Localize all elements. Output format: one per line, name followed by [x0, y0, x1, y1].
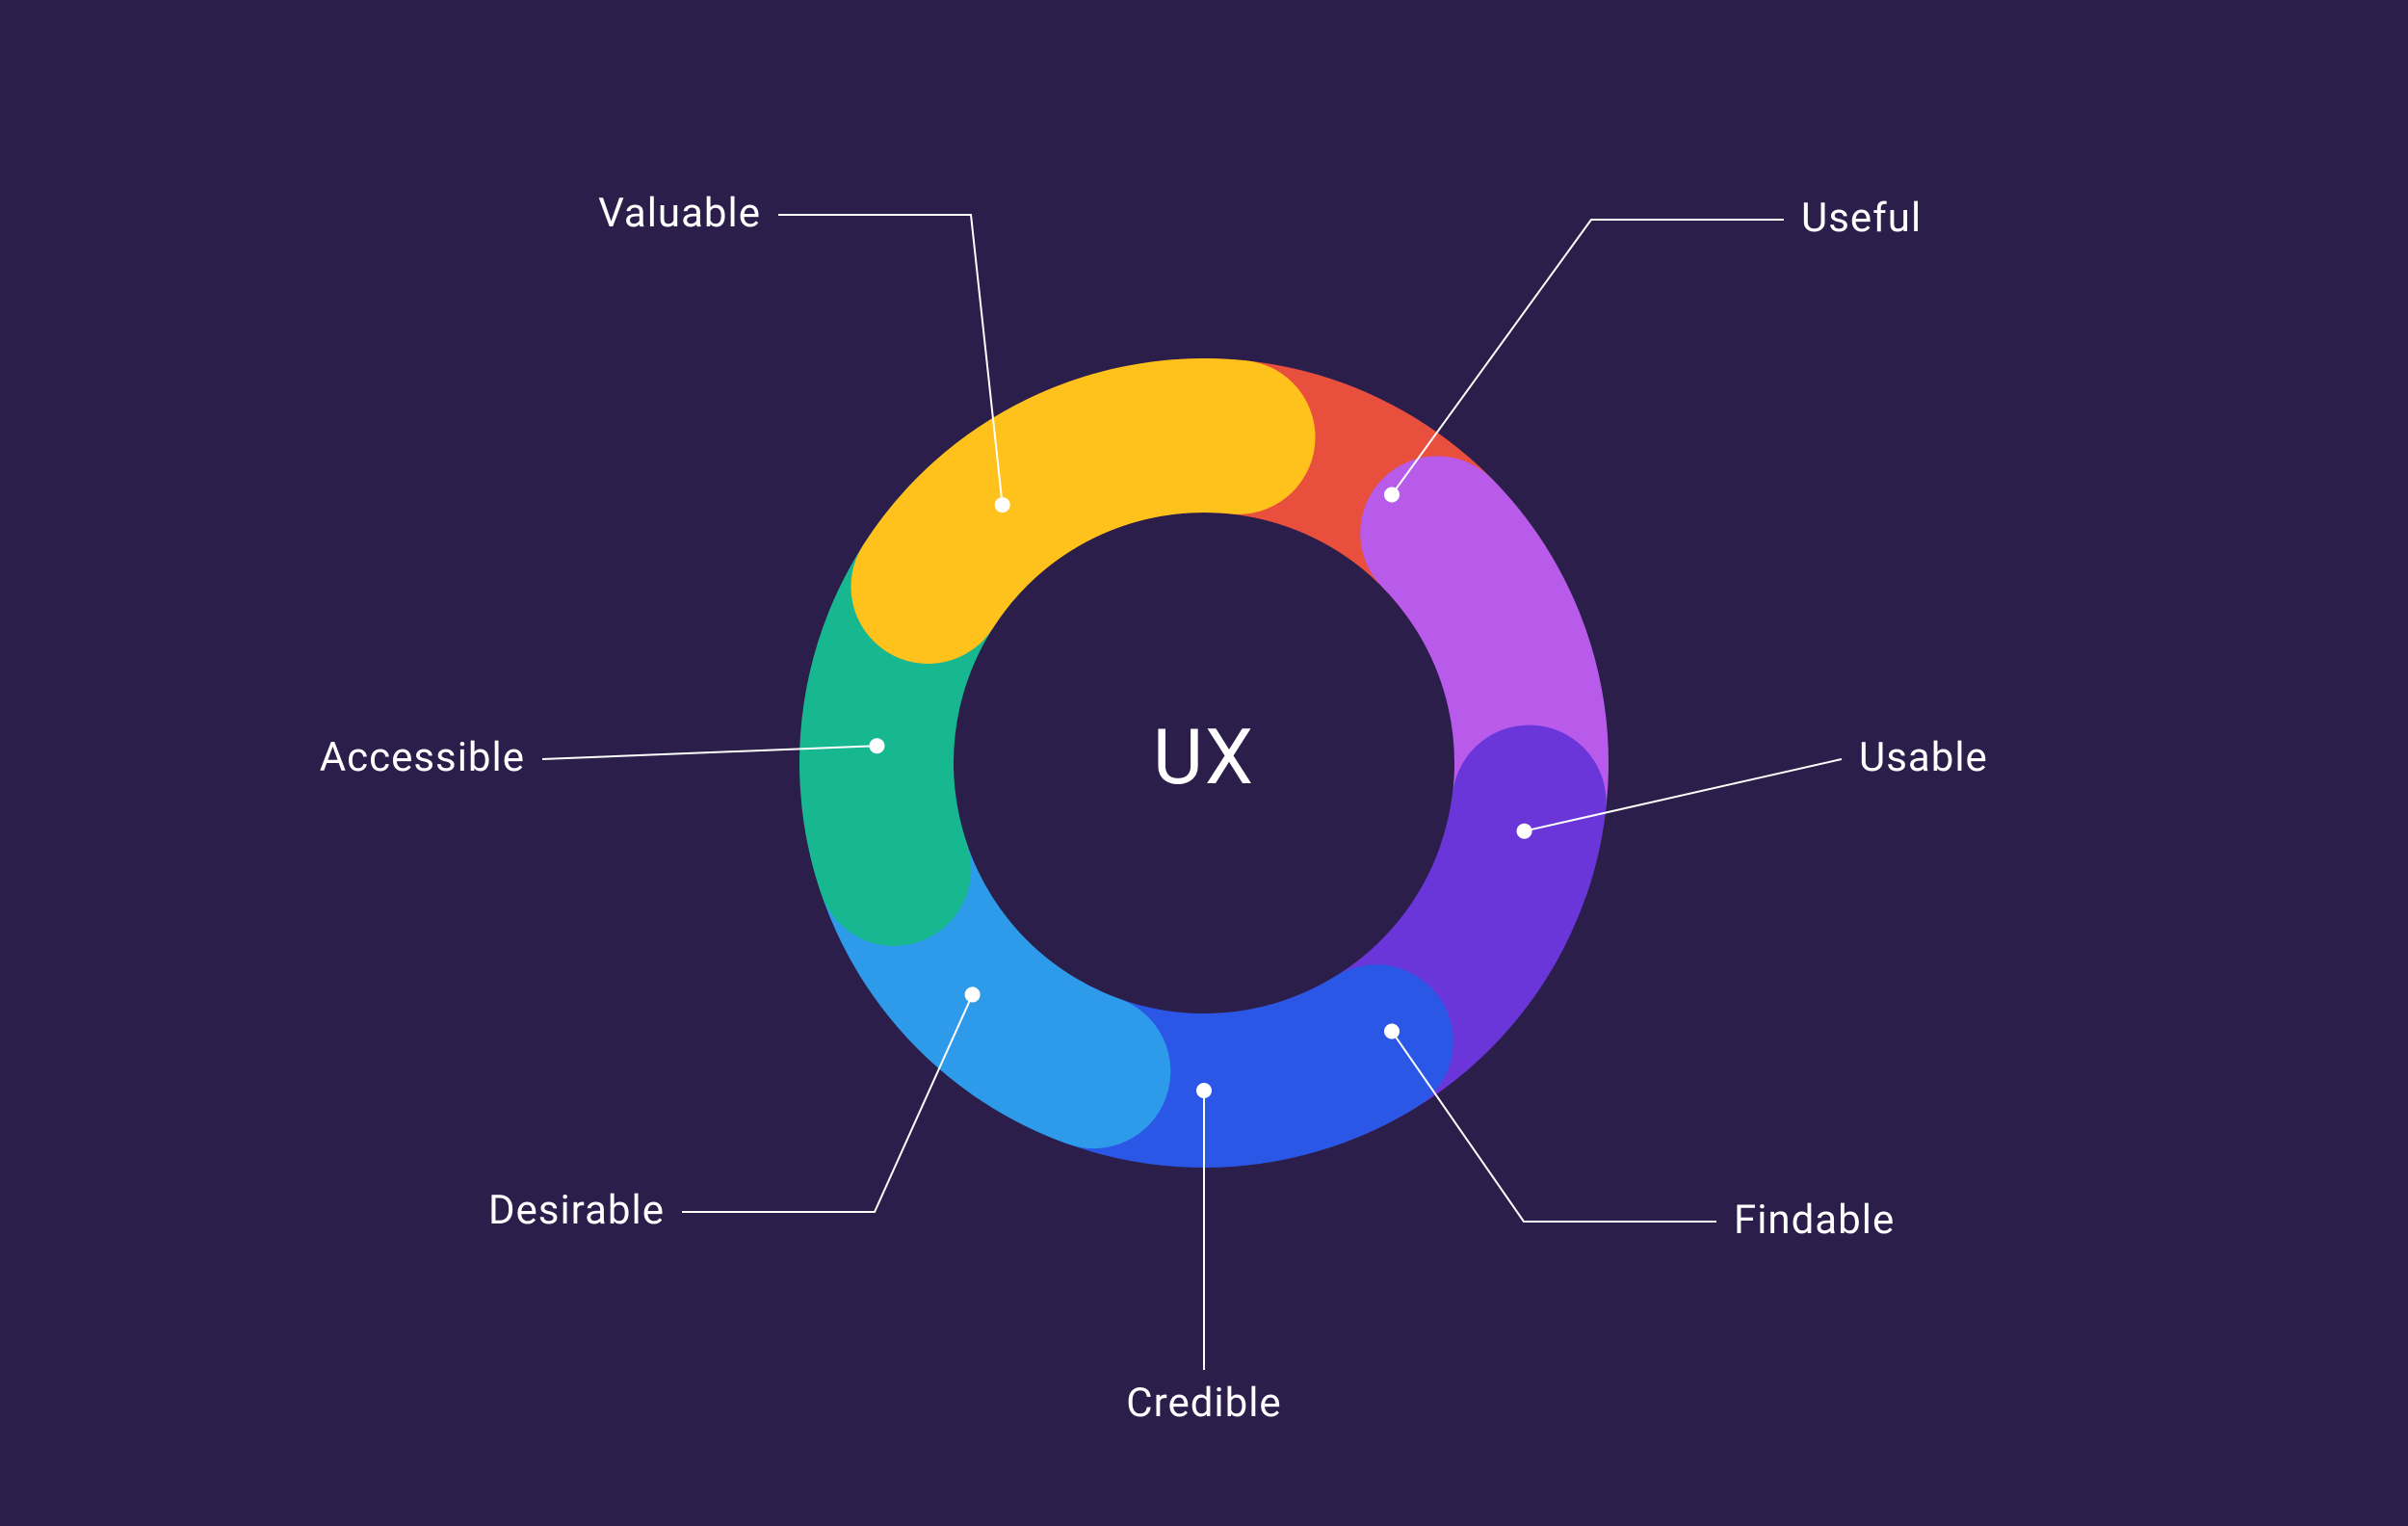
label-findable: Findable — [1734, 1197, 1895, 1244]
dot-credible — [1196, 1083, 1212, 1098]
dot-desirable — [965, 987, 981, 1002]
dot-findable — [1384, 1024, 1400, 1039]
center-label: UX — [1153, 712, 1255, 802]
dot-useful — [1384, 487, 1400, 502]
segment-valuable — [928, 435, 1238, 587]
label-usable: Usable — [1859, 734, 1988, 781]
dot-usable — [1517, 824, 1532, 839]
label-accessible: Accessible — [320, 734, 525, 781]
label-valuable: Valuable — [598, 190, 761, 237]
dot-accessible — [869, 738, 884, 753]
label-desirable: Desirable — [488, 1187, 665, 1234]
ux-ring-svg: UX Useful Usable Findable Credible Desirable… — [0, 0, 2408, 1526]
dot-valuable — [995, 497, 1010, 513]
label-useful: Useful — [1801, 195, 1922, 242]
label-credible: Credible — [1126, 1380, 1281, 1427]
ux-honeycomb-diagram: UX Useful Usable Findable Credible Desirable… — [0, 0, 2408, 1526]
